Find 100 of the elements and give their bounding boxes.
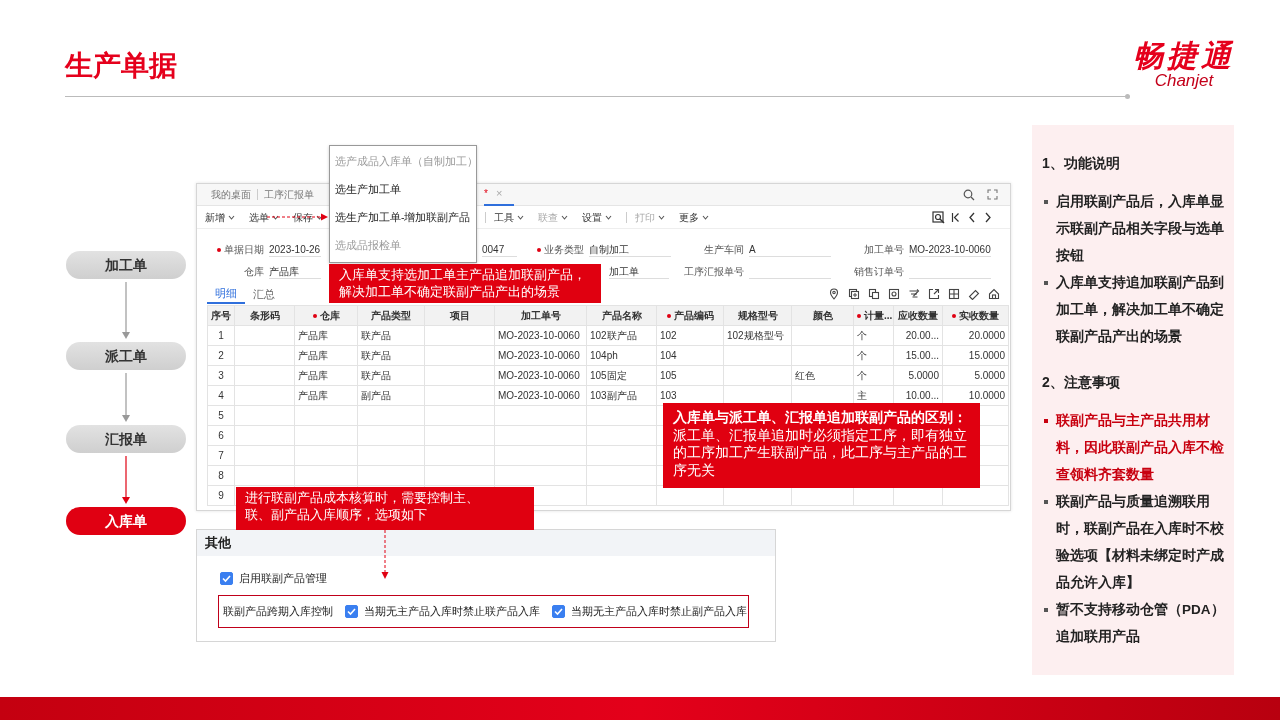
table-cell: 5 (218, 410, 224, 421)
table-cell: 104 (660, 350, 677, 361)
table-cell: 9 (218, 490, 224, 501)
window-tab[interactable]: 我的桌面 (205, 183, 257, 206)
table-cell: 20.00... (905, 330, 939, 341)
form-field[interactable]: 2023-10-26 (269, 242, 321, 257)
add-row-icon[interactable] (848, 288, 860, 300)
caret-icon (272, 214, 279, 220)
table-cell: 产品库 (298, 350, 328, 361)
table-cell: 15.00... (905, 350, 939, 361)
next-icon[interactable] (985, 211, 992, 223)
table-cell: 10.00... (905, 390, 939, 401)
detail-tab[interactable]: 汇总 (245, 284, 283, 304)
table-cell: 103 (660, 390, 677, 401)
table-cell: 产品库 (298, 370, 328, 381)
note-text: 联副产品与主产品共用材料，因此联副产品入库不检查领料齐套数量 (1056, 412, 1225, 484)
form-field[interactable]: 0047 (482, 242, 517, 257)
caret-icon (517, 214, 524, 220)
field-label: 工序汇报单号 (684, 266, 744, 277)
menu-item[interactable]: 选生产加工单 (330, 176, 476, 204)
table-cell: 102联产品 (590, 330, 637, 341)
fullscreen-icon[interactable] (987, 189, 998, 200)
table-cell: 红色 (795, 370, 815, 381)
checkbox[interactable] (220, 571, 233, 585)
table-cell: 副产品 (361, 390, 391, 401)
field-label: 仓库 (244, 266, 264, 277)
toolbar-button[interactable]: 设置 (582, 209, 612, 225)
table-cell: 6 (218, 430, 224, 441)
table-cell: MO-2023-10-0060 (498, 390, 580, 401)
location-icon[interactable] (828, 288, 840, 300)
page-title: 生产单据 (65, 49, 178, 83)
field-label: 加工单号 (864, 244, 904, 255)
field-label: 生产车间 (704, 244, 744, 255)
table-cell: 4 (218, 390, 224, 401)
column-header: 产品名称 (601, 310, 642, 321)
caret-icon (561, 214, 568, 220)
table-cell: 个 (857, 330, 867, 341)
checkbox[interactable] (552, 604, 565, 618)
flow-step: 入库单 (66, 507, 186, 535)
note-text: 启用联副产品后，入库单显示联副产品相关字段与选单按钮 (1056, 193, 1225, 265)
table-cell: 3 (218, 370, 224, 381)
field-label: 业务类型 (544, 244, 584, 255)
table-cell: MO-2023-10-0060 (498, 330, 580, 341)
window-tab[interactable]: * × (484, 183, 515, 206)
flow-arrow (121, 282, 131, 339)
copy-icon[interactable] (868, 288, 880, 300)
table-cell: 联产品 (361, 330, 391, 341)
table-cell: 个 (857, 350, 867, 361)
note-text: 联副产品与质量追溯联用时，联副产品在入库时不校验选项【材料未绑定时产成品允许入库】 (1056, 493, 1225, 592)
toolbar-button[interactable]: 选单 (249, 209, 279, 225)
table-cell: 产品库 (298, 330, 328, 341)
column-header: 规格型号 (737, 310, 778, 321)
column-header: 条形码 (249, 310, 280, 321)
logo-text: 畅捷通 (1133, 40, 1235, 72)
column-header: 序号 (211, 310, 231, 321)
table-cell: 20.0000 (968, 330, 1005, 341)
column-header: 颜色 (812, 310, 833, 321)
callout-note: 进行联副产品成本核算时，需要控制主、联、副产品入库顺序，选项如下 (236, 487, 534, 530)
form-field[interactable]: 自制加工 (589, 242, 671, 257)
dashed-arrow (381, 530, 389, 580)
menu-item[interactable]: 选生产加工单-增加联副产品 (330, 204, 476, 232)
note-text: 入库单支持追加联副产品到加工单，解决加工单不确定联副产品产出的场景 (1056, 274, 1225, 346)
form-field[interactable]: 产品库 (269, 264, 321, 279)
checkbox-label: 当期无主产品入库时禁止副产品入库 (571, 603, 747, 619)
callout-note: 入库单与派工单、汇报单追加联副产品的区别：派工单、汇报单追加时必须指定工序，即有独立的工序加工产生联副产品，此工序与主产品的工序无关 (663, 403, 980, 488)
toolbar-button[interactable]: 工具 (494, 209, 524, 225)
flow-arrow (121, 456, 131, 504)
form-field[interactable]: 加工单 (609, 264, 669, 279)
toolbar-button[interactable]: 更多 (679, 209, 709, 225)
table-cell: 102 (660, 330, 677, 341)
column-header: 项目 (449, 310, 470, 321)
export-icon[interactable] (928, 288, 940, 300)
table-cell: 105固定 (590, 370, 627, 381)
home-icon[interactable] (988, 288, 1000, 300)
column-header: 加工单号 (520, 310, 561, 321)
eraser-icon[interactable] (968, 288, 980, 300)
checkbox-label: 当期无主产品入库时禁止联产品入库 (364, 603, 540, 619)
search-icon[interactable] (963, 188, 975, 201)
table-cell: 联产品 (361, 350, 391, 361)
table-cell: 15.0000 (968, 350, 1005, 361)
grid-icon[interactable] (948, 288, 960, 300)
table-cell: 5.0000 (908, 370, 939, 381)
checkbox[interactable] (345, 604, 358, 618)
table-cell: 10.0000 (968, 390, 1005, 401)
table-cell: 7 (218, 450, 224, 461)
image-icon[interactable] (888, 288, 900, 300)
edit-lines-icon[interactable] (908, 288, 920, 300)
table-cell: 102规格型号 (727, 330, 784, 341)
window-tab[interactable]: 工序汇报单 (258, 183, 320, 206)
toolbar-button[interactable]: 新增 (205, 209, 235, 225)
note-text: 暂不支持移动仓管（PDA）追加联用产品 (1056, 601, 1226, 646)
panel-title: 其他 (197, 530, 775, 556)
field-label: 销售订单号 (854, 266, 904, 277)
first-page-icon[interactable] (951, 211, 960, 223)
flow-step: 加工单 (66, 251, 186, 279)
previous-icon[interactable] (968, 211, 975, 223)
preview-icon[interactable] (932, 210, 945, 224)
table-cell: 2 (218, 350, 224, 361)
form-field[interactable]: MO-2023-10-0060 (909, 242, 991, 257)
form-field[interactable]: A (749, 242, 831, 257)
